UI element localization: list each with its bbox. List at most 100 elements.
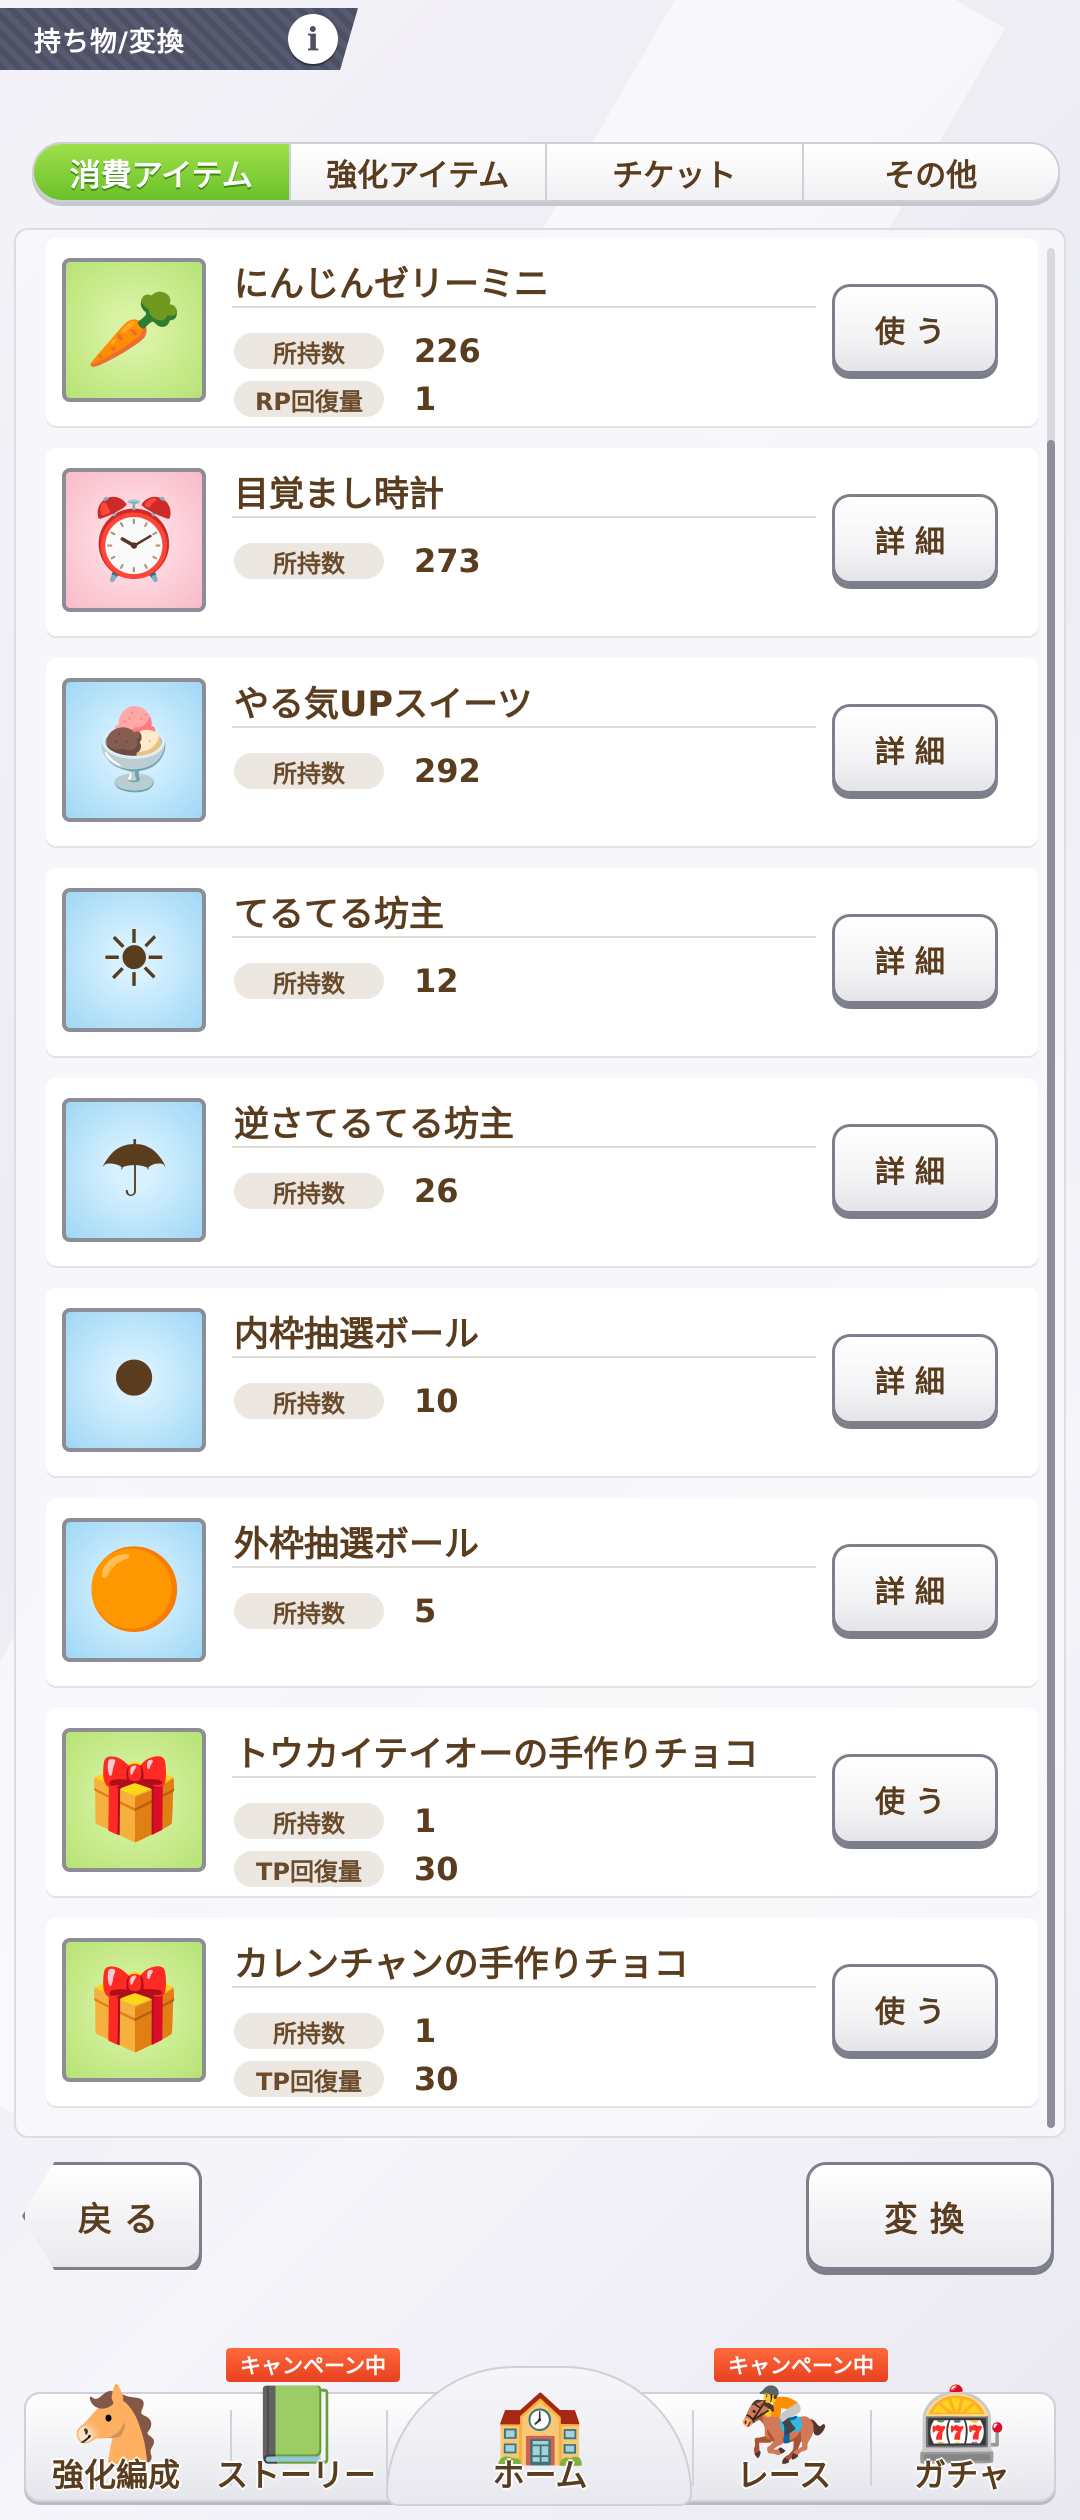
stat-value: 273 xyxy=(414,542,481,580)
tab-enhancement-items[interactable]: 強化アイテム xyxy=(290,144,547,200)
details-button[interactable]: 詳細 xyxy=(832,1544,998,1634)
stat-label: RP回復量 xyxy=(234,381,384,417)
nav-label: ストーリー xyxy=(215,2456,376,2494)
item-name: やる気UPスイーツ xyxy=(234,685,533,725)
campaign-badge: キャンペーン中 xyxy=(226,2348,400,2382)
item-divider xyxy=(232,1986,816,1988)
use-button[interactable]: 使う xyxy=(832,284,998,374)
item-stat: 所持数 226 xyxy=(234,332,481,370)
stat-value: 292 xyxy=(414,752,481,790)
stat-label: 所持数 xyxy=(234,1593,384,1629)
nav-label: ホーム xyxy=(492,2456,588,2494)
list-item: 🎁 カレンチャンの手作りチョコ所持数 1 TP回復量 30 使う xyxy=(46,1918,1038,2106)
item-name: カレンチャンの手作りチョコ xyxy=(234,1945,689,1985)
carrot-jelly-icon: 🥕 xyxy=(62,258,206,402)
item-divider xyxy=(232,1146,816,1148)
item-stat: 所持数 10 xyxy=(234,1382,459,1420)
info-button[interactable]: i xyxy=(288,14,338,64)
stat-label: 所持数 xyxy=(234,543,384,579)
tab-tickets[interactable]: チケット xyxy=(547,144,804,200)
item-divider xyxy=(232,1356,816,1358)
item-stat: 所持数 5 xyxy=(234,1592,436,1630)
stat-value: 1 xyxy=(414,380,437,418)
stat-label: 所持数 xyxy=(234,963,384,999)
reverse-teru-teru-bozu-icon: ☂ xyxy=(62,1098,206,1242)
stat-value: 1 xyxy=(414,1802,437,1840)
nav-label: 強化編成 xyxy=(51,2456,180,2494)
category-tabs: 消費アイテム 強化アイテム チケット その他 xyxy=(32,142,1060,202)
chocolate-gift-icon: 🎁 xyxy=(62,1938,206,2082)
stat-label: 所持数 xyxy=(234,753,384,789)
item-stat: 所持数 1 xyxy=(234,2012,436,2050)
stat-label: 所持数 xyxy=(234,333,384,369)
page-title: 持ち物/変換 xyxy=(34,26,185,58)
item-name: 外枠抽選ボール xyxy=(234,1525,480,1565)
convert-button[interactable]: 変換 xyxy=(806,2162,1054,2270)
scrollbar-thumb[interactable] xyxy=(1047,440,1055,2128)
list-item: ⚫ 内枠抽選ボール 所持数 10 詳細 xyxy=(46,1288,1038,1476)
list-item: 🥕 にんじんゼリーミニ所持数 226 RP回復量 1 使う xyxy=(46,238,1038,426)
stat-value: 30 xyxy=(414,2060,459,2098)
item-name: にんじんゼリーミニ xyxy=(234,265,550,305)
use-button[interactable]: 使う xyxy=(832,1964,998,2054)
list-item: ☀ てるてる坊主所持数 12 詳細 xyxy=(46,868,1038,1056)
info-icon: i xyxy=(306,20,320,58)
stat-label: TP回復量 xyxy=(234,2061,384,2097)
stat-value: 10 xyxy=(414,1382,459,1420)
list-item: ⏰ 目覚まし時計所持数 273 詳細 xyxy=(46,448,1038,636)
item-divider xyxy=(232,516,816,518)
item-stat: 所持数 1 xyxy=(234,1802,436,1840)
stat-label: 所持数 xyxy=(234,1173,384,1209)
item-stat: TP回復量 30 xyxy=(234,2060,459,2098)
details-button[interactable]: 詳細 xyxy=(832,494,998,584)
nav-item-home[interactable]: 🏫 ホーム xyxy=(440,2350,640,2510)
use-button[interactable]: 使う xyxy=(832,1754,998,1844)
item-divider xyxy=(232,1566,816,1568)
tab-other[interactable]: その他 xyxy=(803,144,1058,200)
item-stat: 所持数 292 xyxy=(234,752,481,790)
list-item: 🎁 トウカイテイオーの手作りチョコ所持数 1 TP回復量 30 使う xyxy=(46,1708,1038,1896)
stat-label: 所持数 xyxy=(234,1383,384,1419)
item-stat: 所持数 26 xyxy=(234,1172,459,1210)
list-item: 🟠 外枠抽選ボール所持数 5 詳細 xyxy=(46,1498,1038,1686)
stat-label: 所持数 xyxy=(234,1803,384,1839)
stat-value: 226 xyxy=(414,332,481,370)
stat-label: TP回復量 xyxy=(234,1851,384,1887)
campaign-badge: キャンペーン中 xyxy=(714,2348,888,2382)
stat-value: 12 xyxy=(414,962,459,1000)
item-stat: TP回復量 30 xyxy=(234,1850,459,1888)
parfait-icon: 🍨 xyxy=(62,678,206,822)
details-button[interactable]: 詳細 xyxy=(832,1124,998,1214)
item-stat: RP回復量 1 xyxy=(234,380,436,418)
stat-value: 1 xyxy=(414,2012,437,2050)
stat-label: 所持数 xyxy=(234,2013,384,2049)
outer-lottery-balls-icon: 🟠 xyxy=(62,1518,206,1662)
back-button[interactable]: 戻る xyxy=(22,2162,202,2270)
chocolate-gift-icon: 🎁 xyxy=(62,1728,206,1872)
alarm-clock-icon: ⏰ xyxy=(62,468,206,612)
details-button[interactable]: 詳細 xyxy=(832,914,998,1004)
list-item: ☂ 逆さてるてる坊主所持数 26 詳細 xyxy=(46,1078,1038,1266)
teru-teru-bozu-icon: ☀ xyxy=(62,888,206,1032)
item-divider xyxy=(232,306,816,308)
details-button[interactable]: 詳細 xyxy=(832,704,998,794)
item-name: 目覚まし時計 xyxy=(234,475,445,515)
item-divider xyxy=(232,1776,816,1778)
item-name: トウカイテイオーの手作りチョコ xyxy=(234,1735,759,1775)
list-item: 🍨 やる気UPスイーツ所持数 292 詳細 xyxy=(46,658,1038,846)
stat-value: 26 xyxy=(414,1172,459,1210)
item-name: てるてる坊主 xyxy=(234,895,445,935)
stat-value: 5 xyxy=(414,1592,437,1630)
nav-item-gacha[interactable]: 🎰 ガチャ xyxy=(862,2350,1062,2510)
item-divider xyxy=(232,726,816,728)
tab-consumables[interactable]: 消費アイテム xyxy=(34,144,291,200)
item-divider xyxy=(232,936,816,938)
details-button[interactable]: 詳細 xyxy=(832,1334,998,1424)
stat-value: 30 xyxy=(414,1850,459,1888)
item-stat: 所持数 12 xyxy=(234,962,459,1000)
item-stat: 所持数 273 xyxy=(234,542,481,580)
nav-item-enhance[interactable]: 🐴 強化編成 xyxy=(16,2350,216,2510)
nav-label: ガチャ xyxy=(914,2456,1010,2494)
item-name: 内枠抽選ボール xyxy=(234,1315,480,1355)
item-name: 逆さてるてる坊主 xyxy=(234,1105,515,1145)
